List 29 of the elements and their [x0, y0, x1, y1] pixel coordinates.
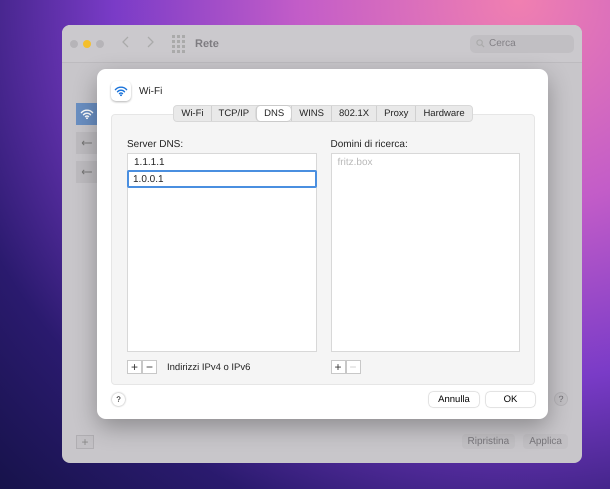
sidebar-item[interactable]	[76, 161, 98, 183]
section-label: Server DNS:	[127, 139, 184, 150]
tab[interactable]: Proxy	[376, 106, 416, 121]
list-item[interactable]: 1.1.1.1	[128, 156, 316, 170]
tab[interactable]: WINS	[291, 106, 332, 121]
input-field[interactable]: 1.0.0.1	[127, 170, 316, 188]
search-icon	[476, 39, 485, 48]
add-button[interactable]: +	[330, 360, 346, 374]
window-controls-icon[interactable]	[70, 40, 104, 48]
window-title: Rete	[195, 38, 219, 50]
section-label: Domini di ricerca:	[330, 139, 409, 150]
ok-button[interactable]: OK	[486, 392, 535, 407]
tab[interactable]: Wi-Fi	[174, 106, 211, 121]
placeholder-text: fritz.box	[336, 156, 374, 169]
sidebar-item[interactable]	[76, 132, 98, 154]
help-button[interactable]: ?	[112, 393, 125, 406]
sheet-title: Wi-Fi	[139, 86, 162, 96]
tab[interactable]: Hardware	[415, 106, 472, 121]
hint-text: Indirizzi IPv4 o IPv6	[167, 362, 250, 372]
cancel-button[interactable]: Annulla	[429, 392, 479, 407]
sidebar-item[interactable]	[76, 103, 98, 125]
wifi-icon	[111, 81, 131, 101]
grid-icon[interactable]	[172, 34, 185, 52]
tab[interactable]: 802.1X	[331, 106, 376, 121]
remove-button[interactable]: −	[142, 360, 157, 374]
list-box[interactable]: 1.1.1.1 1.0.0.1	[127, 153, 316, 352]
wifi-icon	[80, 108, 94, 120]
tab[interactable]: DNS	[256, 106, 292, 121]
add-button[interactable]: +	[127, 360, 142, 374]
